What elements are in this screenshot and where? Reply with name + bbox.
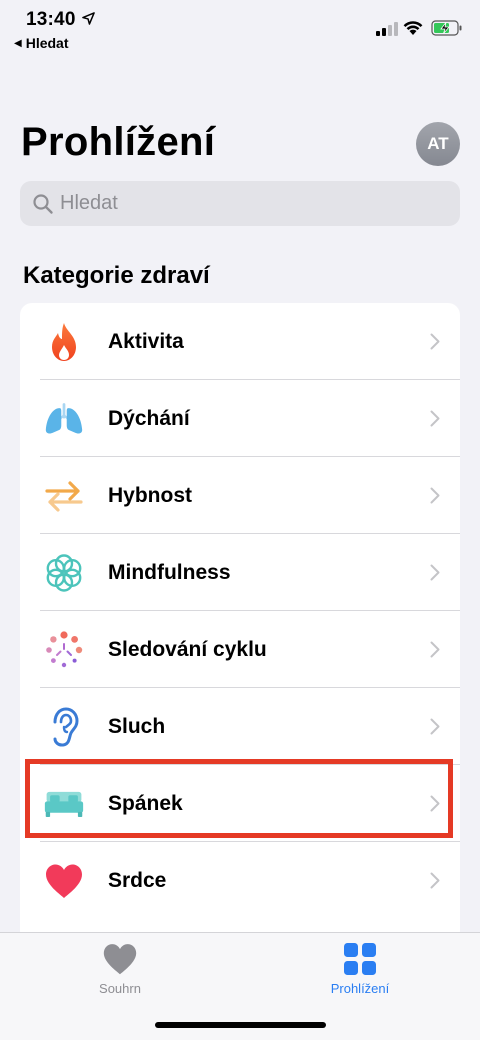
- cycle-dots-icon: [44, 630, 84, 670]
- battery-charging-icon: [431, 20, 462, 36]
- heart-icon: [44, 861, 84, 901]
- page-title: Prohlížení: [21, 120, 216, 164]
- flame-icon: [44, 322, 84, 362]
- category-item-hybnost[interactable]: Hybnost: [20, 457, 460, 534]
- category-item-mindfulness[interactable]: Mindfulness: [20, 534, 460, 611]
- chevron-right-icon: [430, 641, 440, 658]
- category-item-dychani[interactable]: Dýchání: [20, 380, 460, 457]
- back-to-app-link[interactable]: ◀ Hledat: [14, 35, 69, 51]
- category-label: Dýchání: [108, 406, 190, 430]
- chevron-right-icon: [430, 718, 440, 735]
- home-indicator[interactable]: [155, 1022, 326, 1028]
- account-avatar[interactable]: AT: [416, 122, 460, 166]
- search-input[interactable]: [58, 191, 442, 216]
- chevron-right-icon: [430, 410, 440, 427]
- category-label: Hybnost: [108, 483, 192, 507]
- category-label: Mindfulness: [108, 560, 231, 584]
- chevron-right-icon: [430, 487, 440, 504]
- ear-icon: [44, 707, 84, 747]
- category-label: Aktivita: [108, 329, 184, 353]
- tab-label: Prohlížení: [330, 981, 390, 996]
- category-item-srdce[interactable]: Srdce: [20, 842, 460, 919]
- tab-summary[interactable]: Souhrn: [60, 941, 180, 996]
- highlight-annotation-box: [25, 759, 453, 838]
- back-triangle-icon: ◀: [14, 37, 22, 49]
- category-label: Sluch: [108, 714, 166, 738]
- section-title: Kategorie zdraví: [23, 262, 210, 289]
- flower-icon: [44, 553, 84, 593]
- tab-browse[interactable]: Prohlížení: [300, 941, 420, 996]
- location-arrow-icon: [82, 12, 95, 25]
- category-item-sledovani-cyklu[interactable]: Sledování cyklu: [20, 611, 460, 688]
- chevron-right-icon: [430, 872, 440, 889]
- heart-icon: [103, 944, 137, 975]
- category-item-sluch[interactable]: Sluch: [20, 688, 460, 765]
- status-bar: 13:40 ◀ Hledat: [0, 0, 480, 60]
- search-icon: [33, 193, 53, 214]
- avatar-initials: AT: [427, 134, 449, 153]
- category-item-aktivita[interactable]: Aktivita: [20, 303, 460, 380]
- back-app-label: Hledat: [25, 35, 69, 51]
- cellular-signal-icon: [376, 22, 398, 36]
- search-bar[interactable]: [20, 181, 460, 226]
- status-time: 13:40: [26, 9, 76, 30]
- chevron-right-icon: [430, 333, 440, 350]
- chevron-right-icon: [430, 564, 440, 581]
- lungs-icon: [44, 399, 84, 439]
- tab-label: Souhrn: [99, 981, 141, 996]
- health-categories-list: Aktivita Dýchání Hybnost Mindfulness Sle…: [20, 303, 460, 943]
- category-label: Srdce: [108, 868, 167, 892]
- grid-icon: [344, 943, 376, 975]
- category-label: Sledování cyklu: [108, 637, 267, 661]
- wifi-icon: [403, 21, 423, 35]
- arrows-icon: [44, 476, 84, 516]
